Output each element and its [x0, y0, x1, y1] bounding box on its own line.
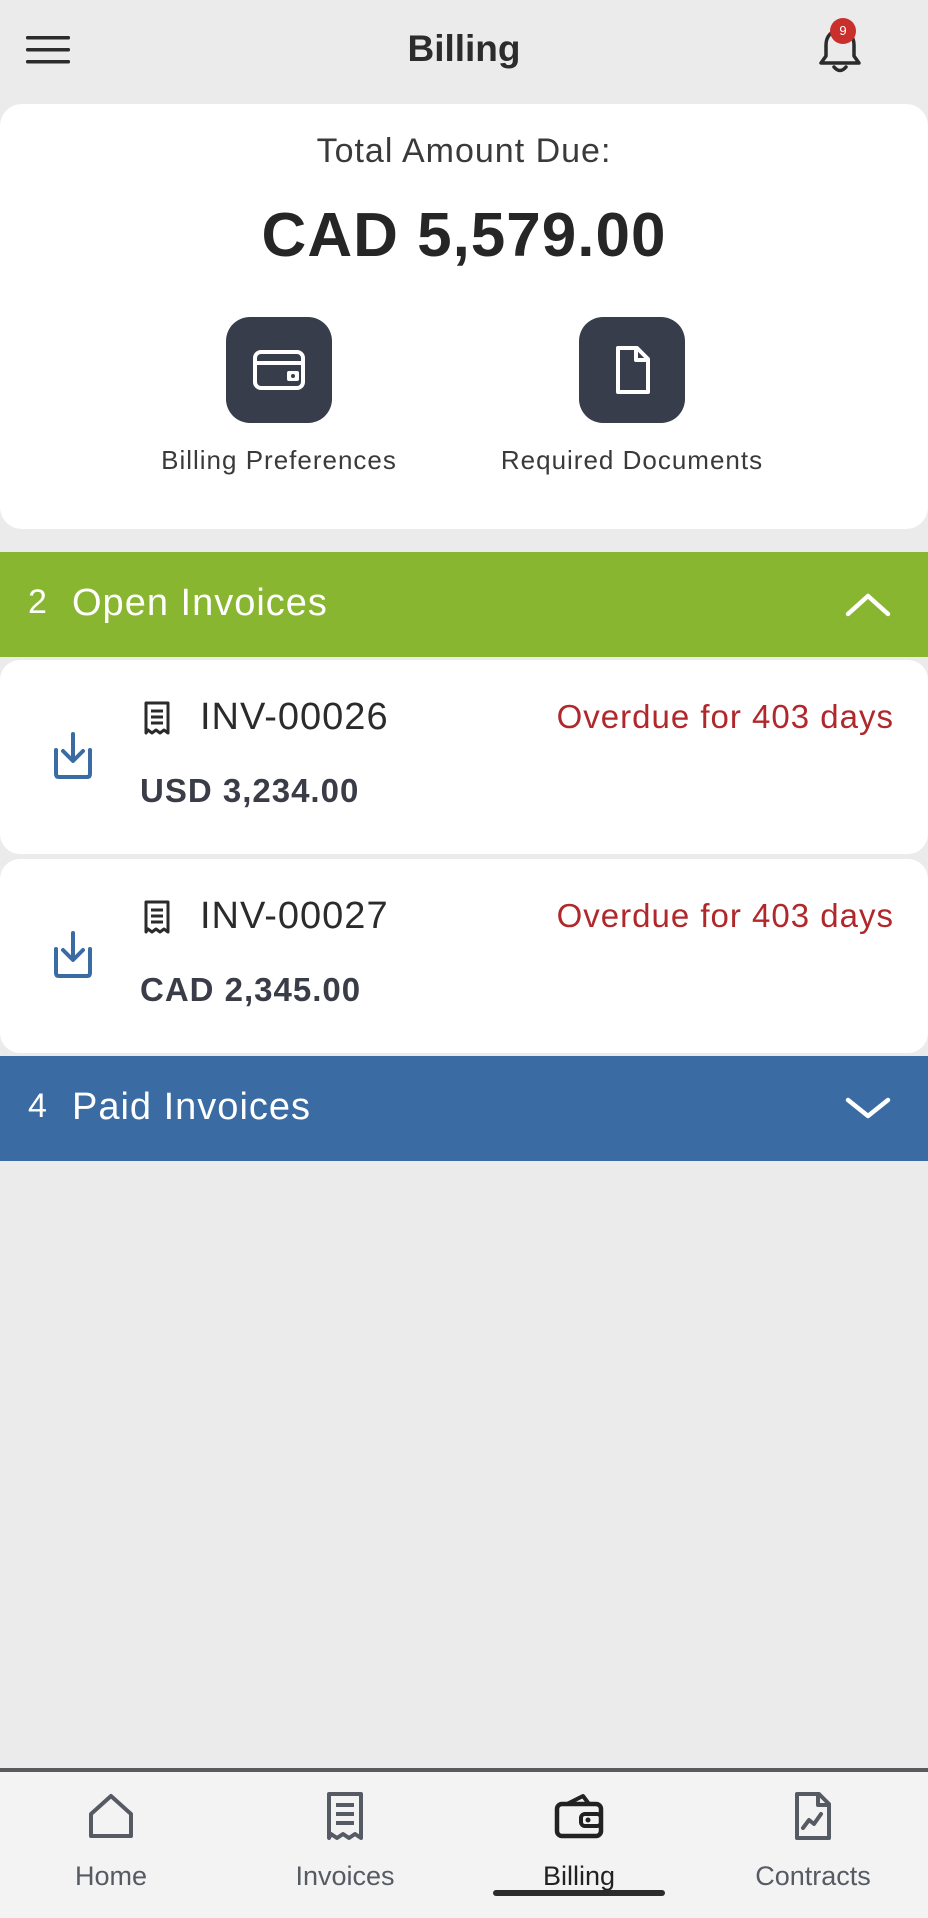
required-documents-label: Required Documents: [500, 445, 764, 475]
open-invoices-title: Open Invoices: [72, 582, 328, 624]
required-documents-tile[interactable]: [579, 317, 685, 423]
billing-summary-card: Total Amount Due: CAD 5,579.00 Billing P…: [0, 104, 928, 529]
invoice-number[interactable]: INV-00026: [200, 696, 389, 739]
notification-badge: 9: [830, 18, 856, 44]
bottom-navigation: Home Invoices Billing Contracts: [0, 1768, 928, 1918]
wallet-icon: [554, 1794, 604, 1839]
open-invoices-count: 2: [28, 583, 47, 621]
invoice-document-icon: [144, 900, 170, 934]
nav-item-home[interactable]: Home: [11, 1790, 211, 1892]
invoice-row[interactable]: INV-00027 Overdue for 403 days CAD 2,345…: [0, 859, 928, 1053]
required-documents-button[interactable]: Required Documents: [482, 317, 782, 476]
paid-invoices-count: 4: [28, 1087, 47, 1125]
paid-invoices-header[interactable]: 4 Paid Invoices: [0, 1056, 928, 1161]
total-amount-label: Total Amount Due:: [316, 132, 612, 170]
contract-chart-icon: [795, 1792, 831, 1840]
chevron-down-icon[interactable]: [844, 1092, 892, 1124]
nav-item-billing[interactable]: Billing: [479, 1790, 679, 1892]
nav-label-contracts: Contracts: [755, 1861, 871, 1891]
nav-label-invoices: Invoices: [295, 1861, 395, 1891]
chevron-up-icon[interactable]: [844, 588, 892, 620]
total-amount-value: CAD 5,579.00: [261, 201, 667, 270]
paid-invoices-title: Paid Invoices: [72, 1086, 312, 1128]
open-invoices-header[interactable]: 2 Open Invoices: [0, 552, 928, 657]
nav-label-home: Home: [74, 1861, 148, 1891]
home-icon: [89, 1794, 133, 1838]
invoice-number[interactable]: INV-00027: [200, 895, 389, 938]
document-icon: [616, 346, 650, 394]
page-title: Billing: [407, 28, 521, 69]
nav-label-billing: Billing: [542, 1861, 616, 1891]
wallet-card-icon: [253, 350, 305, 390]
invoice-row[interactable]: INV-00026 Overdue for 403 days USD 3,234…: [0, 660, 928, 854]
invoice-overdue-status: Overdue for 403 days: [556, 897, 894, 934]
active-tab-indicator: [493, 1890, 665, 1896]
invoice-amount: CAD 2,345.00: [140, 971, 362, 1008]
billing-preferences-button[interactable]: Billing Preferences: [129, 317, 429, 476]
download-icon: [54, 732, 92, 779]
download-icon: [54, 931, 92, 978]
download-invoice-button[interactable]: [50, 730, 96, 782]
invoice-amount: USD 3,234.00: [140, 772, 360, 809]
download-invoice-button[interactable]: [50, 929, 96, 981]
nav-item-invoices[interactable]: Invoices: [245, 1790, 445, 1892]
receipt-icon: [327, 1792, 363, 1840]
billing-preferences-tile[interactable]: [226, 317, 332, 423]
app-header: Billing 9: [0, 0, 928, 100]
billing-preferences-label: Billing Preferences: [161, 445, 397, 475]
invoice-document-icon: [144, 701, 170, 735]
invoice-overdue-status: Overdue for 403 days: [556, 698, 894, 735]
nav-item-contracts[interactable]: Contracts: [713, 1790, 913, 1892]
